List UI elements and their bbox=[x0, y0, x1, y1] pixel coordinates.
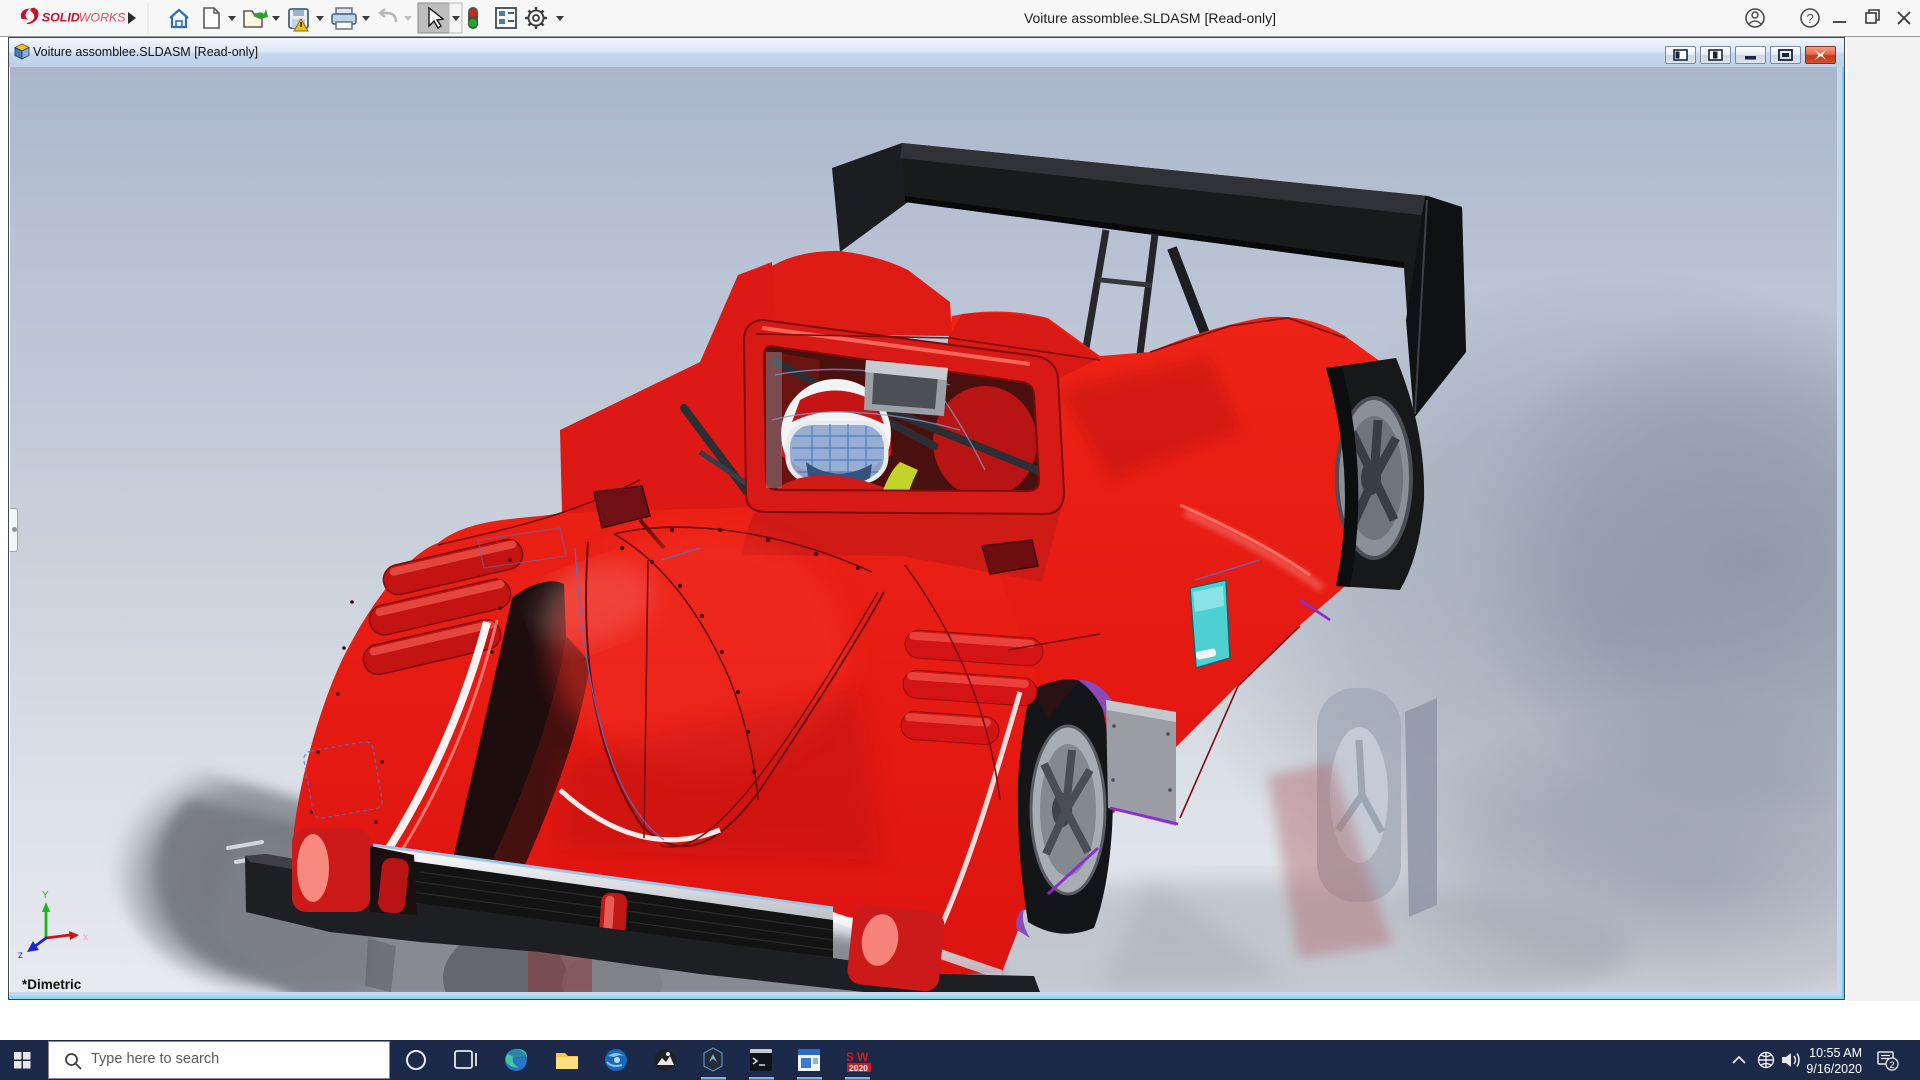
svg-text:10:55 AM: 10:55 AM bbox=[1809, 1046, 1862, 1060]
svg-text:2020: 2020 bbox=[849, 1063, 868, 1073]
svg-text:z: z bbox=[18, 950, 23, 961]
svg-text:Y: Y bbox=[42, 890, 49, 901]
svg-text:*Dimetric: *Dimetric bbox=[22, 977, 82, 992]
svg-text:S: S bbox=[846, 1050, 854, 1064]
svg-text:2: 2 bbox=[1889, 1060, 1894, 1071]
svg-text:W: W bbox=[857, 1050, 869, 1064]
svg-text:9/16/2020: 9/16/2020 bbox=[1806, 1062, 1862, 1076]
svg-text:x: x bbox=[83, 932, 88, 943]
svg-text:?: ? bbox=[1807, 11, 1814, 26]
